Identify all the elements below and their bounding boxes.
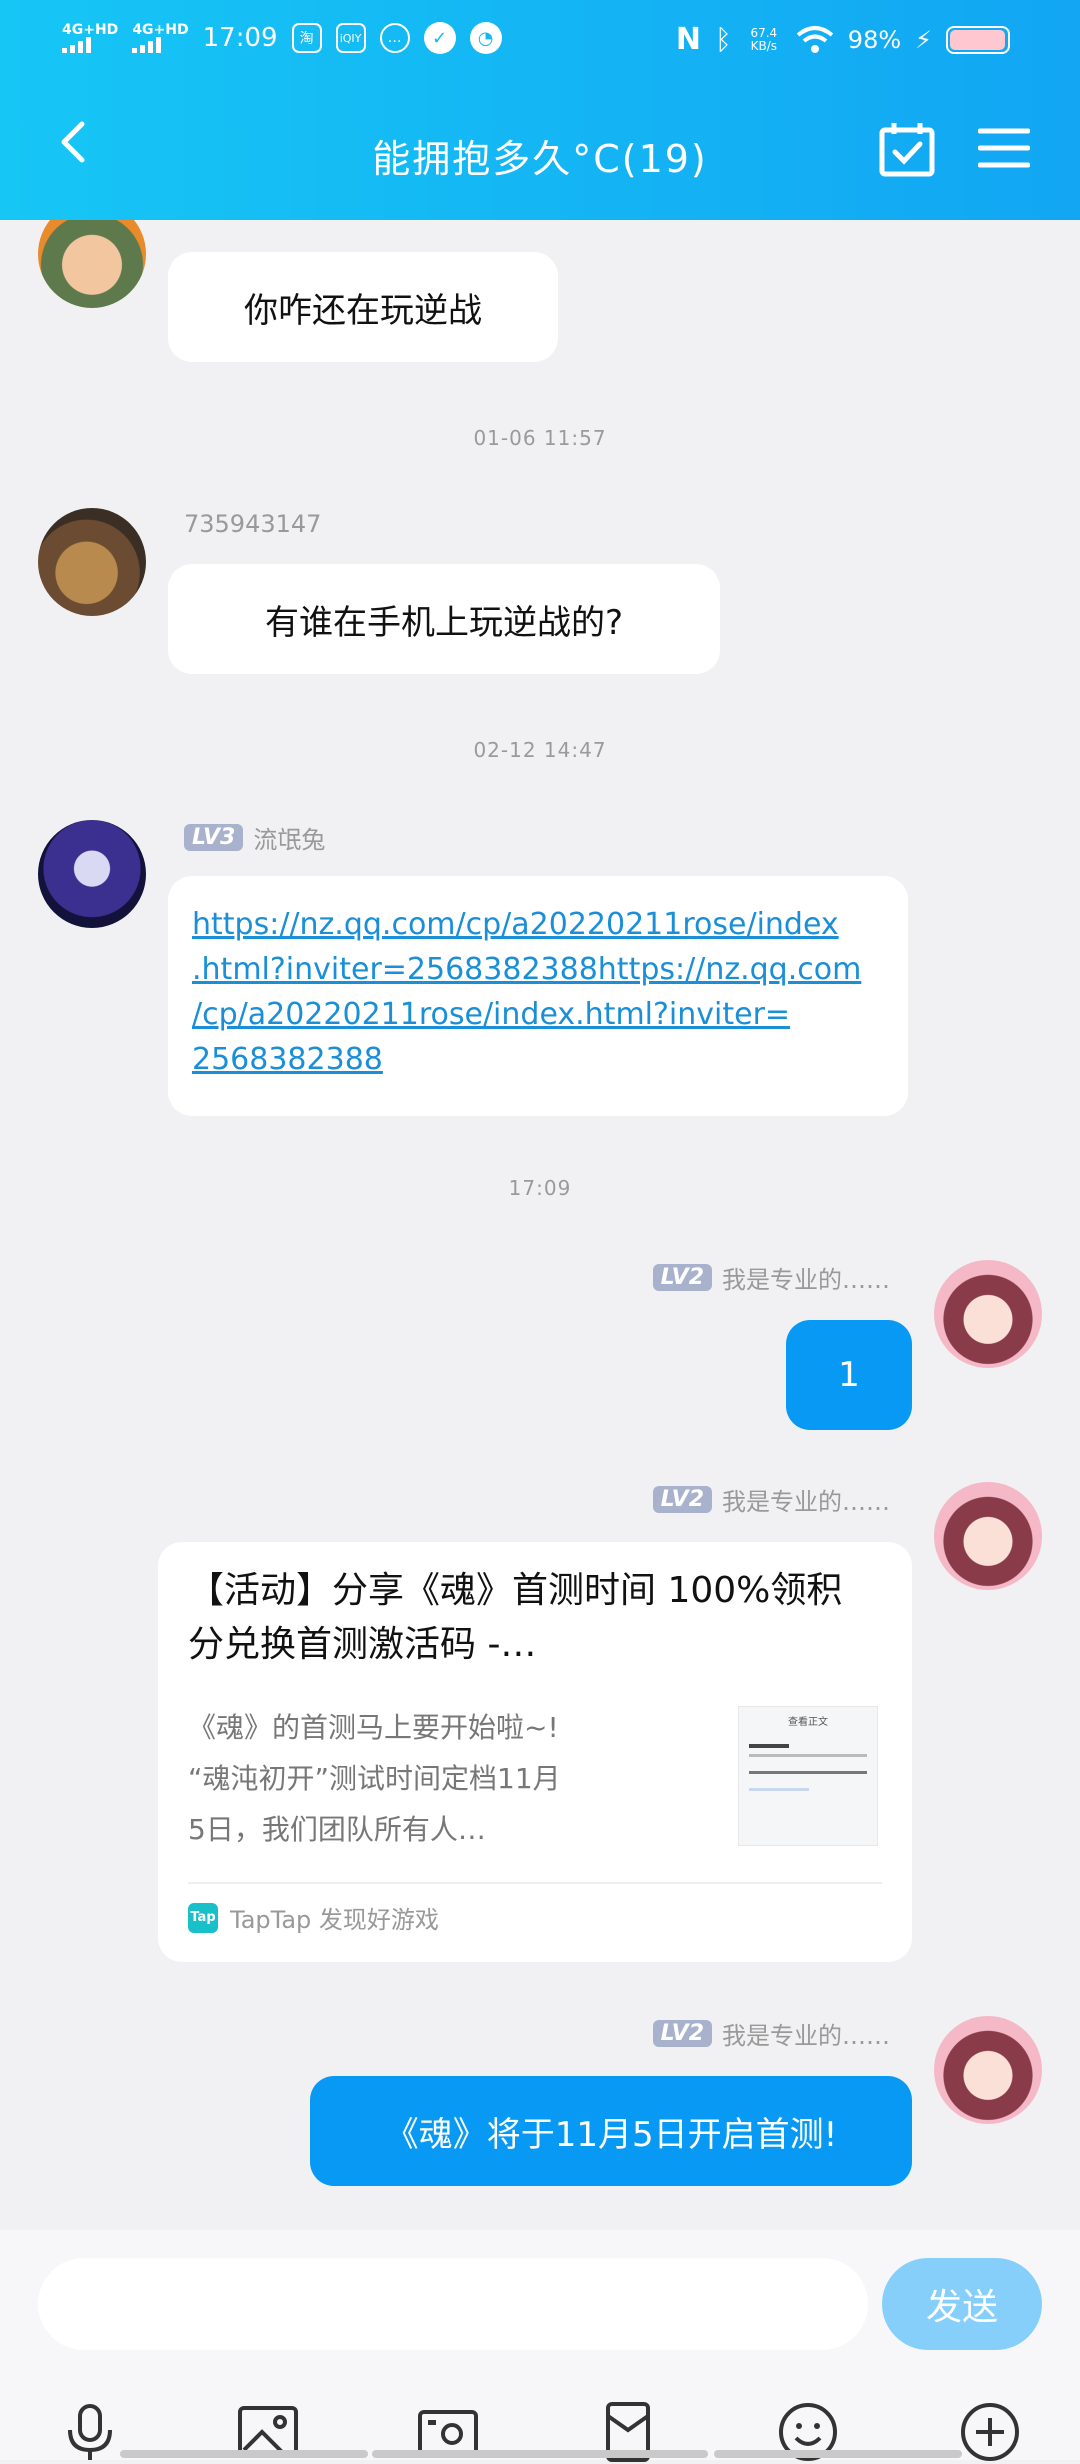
avatar-me[interactable] [934, 1260, 1042, 1368]
wifi-icon [796, 25, 834, 53]
timestamp: 02-12 14:47 [473, 738, 607, 762]
card-thumbnail: 查看正文 [738, 1706, 878, 1846]
message-input[interactable] [38, 2258, 868, 2350]
input-bar: 发送 [0, 2230, 1080, 2462]
avatar-me[interactable] [934, 2016, 1042, 2124]
level-badge: LV3 [184, 824, 244, 851]
card-title-line: 分兑换首测激活码 -… [188, 1624, 537, 1665]
card-title-line: 【活动】分享《魂》首测时间 100%领积 [188, 1570, 843, 1611]
microphone-icon[interactable] [58, 2400, 122, 2464]
message-link-line[interactable]: https://nz.qq.com/cp/a20220211rose/index [192, 902, 884, 947]
taptap-logo: Tap [188, 1902, 218, 1933]
nfc-icon: N [675, 22, 701, 57]
calendar-check-icon[interactable] [878, 120, 936, 178]
bluetooth-icon: ᛒ [714, 23, 732, 56]
level-badge: LV2 [652, 1264, 712, 1291]
message-bubble[interactable]: 有谁在手机上玩逆战的? [168, 564, 720, 674]
gesture-bar-segment [714, 2450, 962, 2458]
network-speed: 67.4 KB/s [750, 25, 778, 53]
charging-icon: ⚡ [915, 25, 932, 54]
sender-name: 735943147 [184, 510, 322, 538]
iqiyi-notification-icon: iQIY [335, 23, 366, 53]
chat-header: 4G+HD 4G+HD 17:09 淘 iQIY … ✓ ◔ N ᛒ 67.4 … [0, 0, 1080, 220]
sender-name: LV3 流氓兔 [184, 820, 325, 855]
avatar-user-3[interactable] [38, 820, 146, 928]
card-description-line: 《魂》的首测马上要开始啦~! [188, 1711, 559, 1744]
my-message-bubble[interactable]: 1 [786, 1320, 912, 1430]
battery-percent: 98% [847, 25, 902, 54]
message-text: 《魂》将于11月5日开启首测! [384, 2114, 838, 2155]
message-link-line[interactable]: /cp/a20220211rose/index.html?inviter= [192, 992, 884, 1037]
thumbnail-header: 查看正文 [788, 1717, 828, 1728]
card-description-line: “魂沌初开”测试时间定档11月 [188, 1762, 561, 1795]
battery-icon [946, 25, 1010, 54]
gesture-bar-segment [372, 2450, 708, 2458]
timestamp: 17:09 [508, 1176, 572, 1200]
avatar-user-2[interactable] [38, 508, 146, 616]
level-badge: LV2 [652, 1486, 712, 1513]
speed-notification-icon: ◔ [469, 22, 502, 54]
plus-icon[interactable] [958, 2400, 1022, 2464]
message-list[interactable]: 你咋还在玩逆战 01-06 11:57 735943147 有谁在手机上玩逆战的… [0, 220, 1080, 2230]
avatar-me[interactable] [934, 1482, 1042, 1590]
message-text: 有谁在手机上玩逆战的? [264, 602, 624, 643]
level-badge: LV2 [652, 2020, 712, 2047]
signal-indicator-1: 4G+HD [62, 23, 118, 53]
send-button[interactable]: 发送 [882, 2258, 1042, 2350]
timestamp: 01-06 11:57 [473, 426, 607, 450]
check-notification-icon: ✓ [423, 22, 456, 54]
signal-indicator-2: 4G+HD [132, 23, 189, 53]
sender-name: LV2 我是专业的…… [652, 1482, 890, 1517]
shared-link-card[interactable]: 【活动】分享《魂》首测时间 100%领积 分兑换首测激活码 -… 《魂》的首测马… [158, 1542, 912, 1962]
sender-name: LV2 我是专业的…… [652, 1260, 890, 1295]
message-text: 1 [838, 1355, 860, 1395]
card-source: TapTap 发现好游戏 [230, 1906, 439, 1934]
menu-icon[interactable] [978, 126, 1030, 170]
sender-name: LV2 我是专业的…… [652, 2016, 890, 2051]
message-bubble[interactable]: 你咋还在玩逆战 [168, 252, 558, 362]
card-divider [188, 1882, 882, 1884]
status-time: 17:09 [202, 23, 278, 53]
battery-level [950, 29, 1005, 50]
message-link-line[interactable]: .html?inviter=2568382388https://nz.qq.co… [192, 947, 884, 992]
gesture-bar-segment [120, 2450, 368, 2458]
status-bar: 4G+HD 4G+HD 17:09 淘 iQIY … ✓ ◔ N ᛒ 67.4 … [0, 0, 1080, 80]
avatar-user-1[interactable] [38, 220, 146, 308]
message-notification-icon: … [379, 23, 410, 53]
my-message-bubble[interactable]: 《魂》将于11月5日开启首测! [310, 2076, 912, 2186]
link-message-bubble[interactable]: https://nz.qq.com/cp/a20220211rose/index… [168, 876, 908, 1116]
message-text: 你咋还在玩逆战 [244, 290, 482, 331]
card-description-line: 5日，我们团队所有人… [188, 1813, 486, 1846]
message-link-line[interactable]: 2568382388 [192, 1037, 884, 1082]
taobao-notification-icon: 淘 [291, 23, 322, 53]
